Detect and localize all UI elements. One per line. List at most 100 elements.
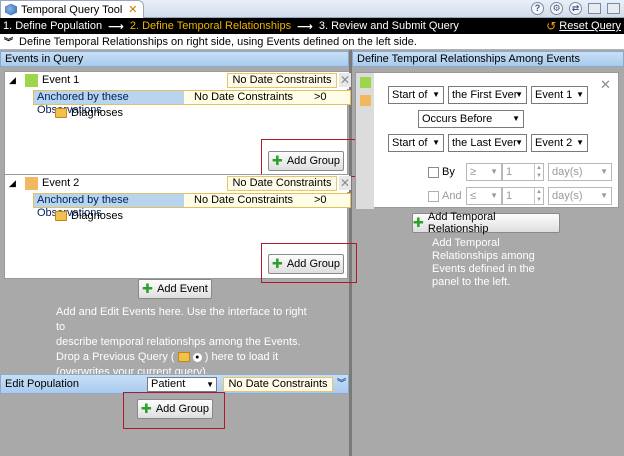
sync-icon[interactable]: ⇄: [569, 2, 582, 15]
stepper-arrows-icon[interactable]: ▲ ▼: [534, 164, 543, 180]
edit-population-bar: Edit Population Patient ▼ No Date Constr…: [0, 374, 349, 394]
wizard-steps: 1. Define Population ⟶ 2. Define Tempora…: [0, 18, 624, 34]
concept-item[interactable]: Diagnoses: [55, 107, 123, 119]
anchor-date-constraint[interactable]: No Date Constraints: [194, 91, 293, 104]
help-icon[interactable]: ?: [531, 2, 544, 15]
anchor-row[interactable]: Anchored by these Observations No Date C…: [33, 90, 351, 116]
tool-tab[interactable]: Temporal Query Tool ✕: [0, 0, 144, 18]
help-line: Drop a Previous Query ( ● ) here to load…: [56, 351, 279, 363]
and-operator-select[interactable]: ≤ ▼: [466, 187, 502, 205]
chevron-down-icon: ▼: [576, 138, 584, 147]
chevron-down-icon: ▼: [600, 191, 608, 200]
event-date-constraint[interactable]: No Date Constraints: [227, 176, 337, 191]
add-event-button[interactable]: ✚ Add Event: [138, 279, 212, 299]
chevron-down-icon: ▼: [490, 191, 498, 200]
delete-event-icon[interactable]: ✕: [339, 176, 351, 190]
help-line: Add and Edit Events here. Use the interf…: [56, 306, 307, 333]
delete-relationship-icon[interactable]: ✕: [600, 77, 611, 93]
concept-label: Diagnoses: [71, 210, 123, 222]
event-2-swatch: [360, 95, 371, 106]
concept-label: Diagnoses: [71, 107, 123, 119]
chevron-down-icon: ▼: [576, 90, 584, 99]
start-of-select-1[interactable]: Start of ▼: [388, 86, 444, 104]
add-event-label: Add Event: [157, 283, 208, 295]
events-panel-header: Events in Query: [0, 51, 349, 67]
help-line: Add Temporal: [432, 237, 500, 249]
window-title: Temporal Query Tool: [21, 3, 123, 16]
event-name: Event 1: [42, 74, 80, 86]
plus-icon: ✚: [142, 281, 154, 296]
event-select-2[interactable]: Event 2 ▼: [531, 134, 588, 152]
concept-item[interactable]: Diagnoses: [55, 210, 123, 222]
add-temporal-relationship-label: Add Temporal Relationship: [427, 211, 496, 235]
chevron-down-icon: ▼: [515, 138, 523, 147]
and-unit-select[interactable]: day(s) ▼: [548, 187, 612, 205]
step-review-submit[interactable]: 3. Review and Submit Query: [319, 20, 459, 32]
event-select-1[interactable]: Event 1 ▼: [531, 86, 588, 104]
close-tab-icon[interactable]: ✕: [128, 3, 137, 16]
stepper-arrows-icon[interactable]: ▲ ▼: [534, 188, 543, 204]
operator-select[interactable]: Occurs Before ▼: [418, 110, 524, 128]
relationships-help-text: Add Temporal Relationships among Events …: [432, 237, 552, 289]
by-unit-select[interactable]: day(s) ▼: [548, 163, 612, 181]
highlight-frame: [261, 139, 357, 177]
anchor-occurrence[interactable]: >0: [314, 91, 327, 104]
by-checkbox[interactable]: [428, 167, 439, 178]
event-name: Event 2: [42, 177, 80, 189]
minimize-icon[interactable]: [588, 3, 601, 14]
and-value-stepper[interactable]: 1 ▲ ▼: [502, 187, 544, 205]
expand-triangle-icon[interactable]: ◢: [9, 178, 16, 189]
highlight-frame: [123, 392, 225, 429]
occurrence-select-1[interactable]: the First Ever ▼: [448, 86, 527, 104]
step-define-temporal[interactable]: 2. Define Temporal Relationships: [130, 20, 291, 32]
chevron-down-icon: ▼: [490, 167, 498, 176]
arrow-icon: ⟶: [108, 20, 124, 33]
expand-triangle-icon[interactable]: ◢: [9, 75, 16, 86]
anchor-occurrence[interactable]: >0: [314, 194, 327, 207]
reset-query-label: Reset Query: [559, 20, 621, 32]
by-operator-select[interactable]: ≥ ▼: [466, 163, 502, 181]
maximize-icon[interactable]: [607, 3, 620, 14]
reset-query-link[interactable]: ↺ Reset Query: [546, 19, 621, 33]
help-line: Events defined in the: [432, 263, 535, 275]
occurrence-select-2[interactable]: the Last Ever ▼: [448, 134, 527, 152]
chevron-down-icon: ▼: [432, 138, 440, 147]
anchor-row[interactable]: Anchored by these Observations No Date C…: [33, 193, 351, 219]
edit-population-label: Edit Population: [5, 378, 79, 390]
step-define-population[interactable]: 1. Define Population: [3, 20, 102, 32]
settings-icon[interactable]: ⚙: [550, 2, 563, 15]
event-date-constraint[interactable]: No Date Constraints: [227, 73, 337, 88]
plus-icon: ✚: [413, 215, 424, 230]
event-color-swatch: [25, 177, 38, 190]
help-line: panel to the left.: [432, 276, 511, 288]
population-date-constraint[interactable]: No Date Constraints: [223, 377, 333, 392]
chevron-down-icon: ▼: [432, 90, 440, 99]
folder-icon: [55, 211, 67, 221]
add-temporal-relationship-button[interactable]: ✚ Add Temporal Relationship: [412, 211, 560, 235]
by-label: By: [442, 166, 455, 178]
instruction-bar: ︾ Define Temporal Relationships on right…: [0, 34, 624, 50]
event-color-swatch: [25, 74, 38, 87]
delete-event-icon[interactable]: ✕: [339, 73, 351, 87]
expand-chevron-icon[interactable]: ︾: [337, 376, 346, 389]
population-select[interactable]: Patient ▼: [147, 377, 217, 392]
title-bar: Temporal Query Tool ✕ ? ⚙ ⇄: [0, 0, 624, 18]
by-value-stepper[interactable]: 1 ▲ ▼: [502, 163, 544, 181]
help-line: describe temporal relationshps among the…: [56, 336, 301, 348]
anchor-date-constraint[interactable]: No Date Constraints: [194, 194, 293, 207]
event-1-swatch: [360, 77, 371, 88]
toolbar-icons: ? ⚙ ⇄: [531, 2, 620, 15]
temporal-relationship-box: ✕ Start of ▼ the First Ever ▼ Event 1 ▼ Occ…: [355, 72, 619, 209]
collapse-chevron-icon[interactable]: ︾: [4, 35, 13, 48]
event-color-strip: [356, 73, 374, 209]
start-of-select-2[interactable]: Start of ▼: [388, 134, 444, 152]
temporal-tool-icon: [5, 3, 17, 16]
event-header: ◢ Event 2 No Date Constraints ✕: [5, 175, 351, 192]
anchor-label: Anchored by these Observations: [34, 91, 184, 116]
and-label: And: [442, 190, 462, 202]
reset-icon: ↺: [546, 19, 557, 33]
relationships-panel-title: Define Temporal Relationships Among Even…: [357, 53, 580, 65]
relationships-panel-header: Define Temporal Relationships Among Even…: [352, 51, 624, 67]
and-checkbox[interactable]: [428, 191, 439, 202]
chevron-down-icon: ▼: [515, 90, 523, 99]
